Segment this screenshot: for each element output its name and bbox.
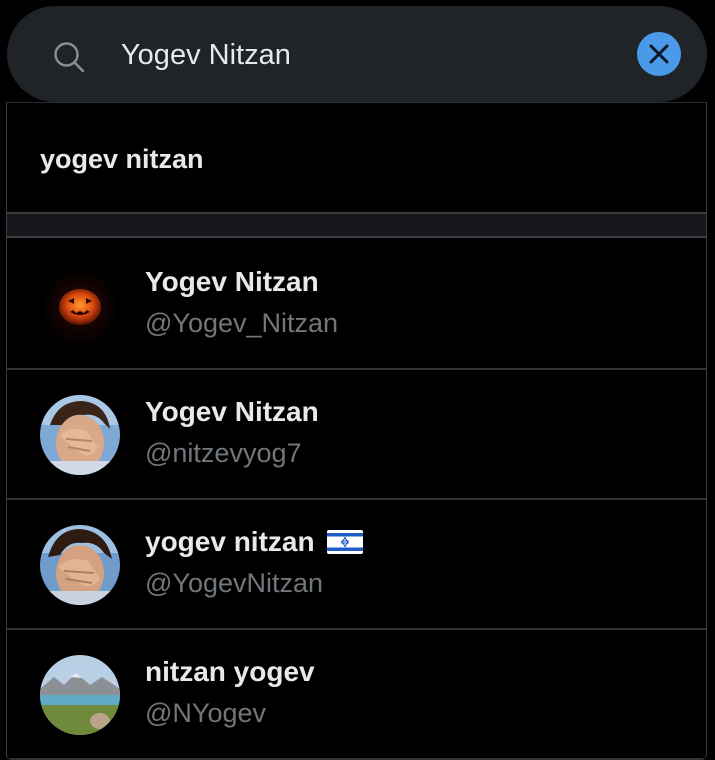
- user-handle: @YogevNitzan: [145, 568, 324, 598]
- user-handle: @Yogev_Nitzan: [145, 308, 339, 338]
- photo-avatar-face: [40, 525, 120, 605]
- query-suggestion[interactable]: yogev nitzan: [7, 103, 706, 214]
- jack-o-lantern-avatar: [40, 265, 120, 345]
- user-name: yogev nitzan: [145, 526, 363, 558]
- photo-avatar-face: [40, 395, 120, 475]
- user-name: Yogev Nitzan: [145, 266, 319, 297]
- israel-flag-icon: [326, 530, 363, 554]
- search-icon: [54, 42, 85, 73]
- user-name: Yogev Nitzan: [145, 396, 319, 427]
- landscape-avatar: [40, 655, 120, 735]
- section-divider: [7, 214, 706, 238]
- user-result[interactable]: Yogev Nitzan @nitzevyog7: [7, 370, 706, 500]
- query-suggestion-text: yogev nitzan: [40, 144, 204, 174]
- user-handle: @nitzevyog7: [145, 438, 302, 468]
- user-result[interactable]: nitzan yogev @NYogev: [7, 630, 706, 760]
- search-screen: yogev nitzan: [0, 0, 715, 760]
- search-results-dropdown: yogev nitzan Yogev Nitzan @Yogev_Nitzan …: [6, 102, 707, 760]
- clear-search-button[interactable]: [637, 32, 681, 76]
- user-name: nitzan yogev: [145, 656, 315, 687]
- close-icon: [649, 44, 669, 64]
- search-input[interactable]: [121, 32, 601, 78]
- user-result[interactable]: yogev nitzan @YogevNitzan: [7, 500, 706, 630]
- search-bar: [7, 6, 707, 102]
- user-handle: @NYogev: [145, 698, 266, 728]
- user-result[interactable]: Yogev Nitzan @Yogev_Nitzan: [7, 240, 706, 370]
